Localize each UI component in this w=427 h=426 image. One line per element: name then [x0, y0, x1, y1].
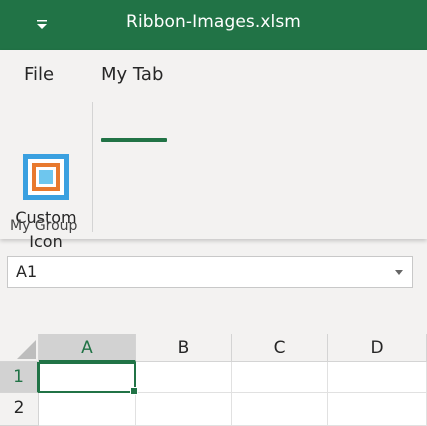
row-header-2[interactable]: 2: [0, 393, 39, 426]
column-header-d[interactable]: D: [328, 334, 427, 362]
column-header-a[interactable]: A: [39, 334, 136, 362]
cell-c1[interactable]: [232, 362, 328, 393]
row-header-1[interactable]: 1: [0, 362, 39, 393]
active-cell-a1[interactable]: [38, 362, 138, 395]
custom-icon-button[interactable]: Custom Icon: [6, 152, 86, 252]
chevron-down-icon: [395, 269, 403, 275]
column-header-c[interactable]: C: [232, 334, 328, 362]
name-box-value: A1: [16, 262, 38, 281]
tab-my-tab[interactable]: My Tab: [101, 64, 163, 85]
cell-d2[interactable]: [328, 393, 427, 426]
title-bar: Ribbon-Images.xlsm: [0, 0, 427, 50]
custom-concentric-squares-icon: [23, 154, 69, 200]
group-label: My Group: [10, 218, 78, 234]
ribbon: File My Tab Custom Icon My Group: [0, 50, 427, 251]
name-box[interactable]: A1: [7, 256, 413, 288]
select-all-triangle-icon: [17, 340, 36, 359]
cell-c2[interactable]: [232, 393, 328, 426]
cell-d1[interactable]: [328, 362, 427, 393]
cell-b2[interactable]: [136, 393, 232, 426]
group-separator: [92, 102, 93, 232]
window-title: Ribbon-Images.xlsm: [126, 12, 301, 32]
select-all-button[interactable]: [0, 334, 39, 362]
selected-tab-indicator: [101, 138, 167, 142]
cell-b1[interactable]: [136, 362, 232, 393]
column-header-b[interactable]: B: [136, 334, 232, 362]
name-box-dropdown[interactable]: [392, 265, 406, 279]
fill-handle[interactable]: [130, 387, 138, 395]
cell-a2[interactable]: [39, 393, 136, 426]
tab-file[interactable]: File: [24, 64, 54, 85]
worksheet-grid: A B C D 1 2: [0, 334, 427, 426]
